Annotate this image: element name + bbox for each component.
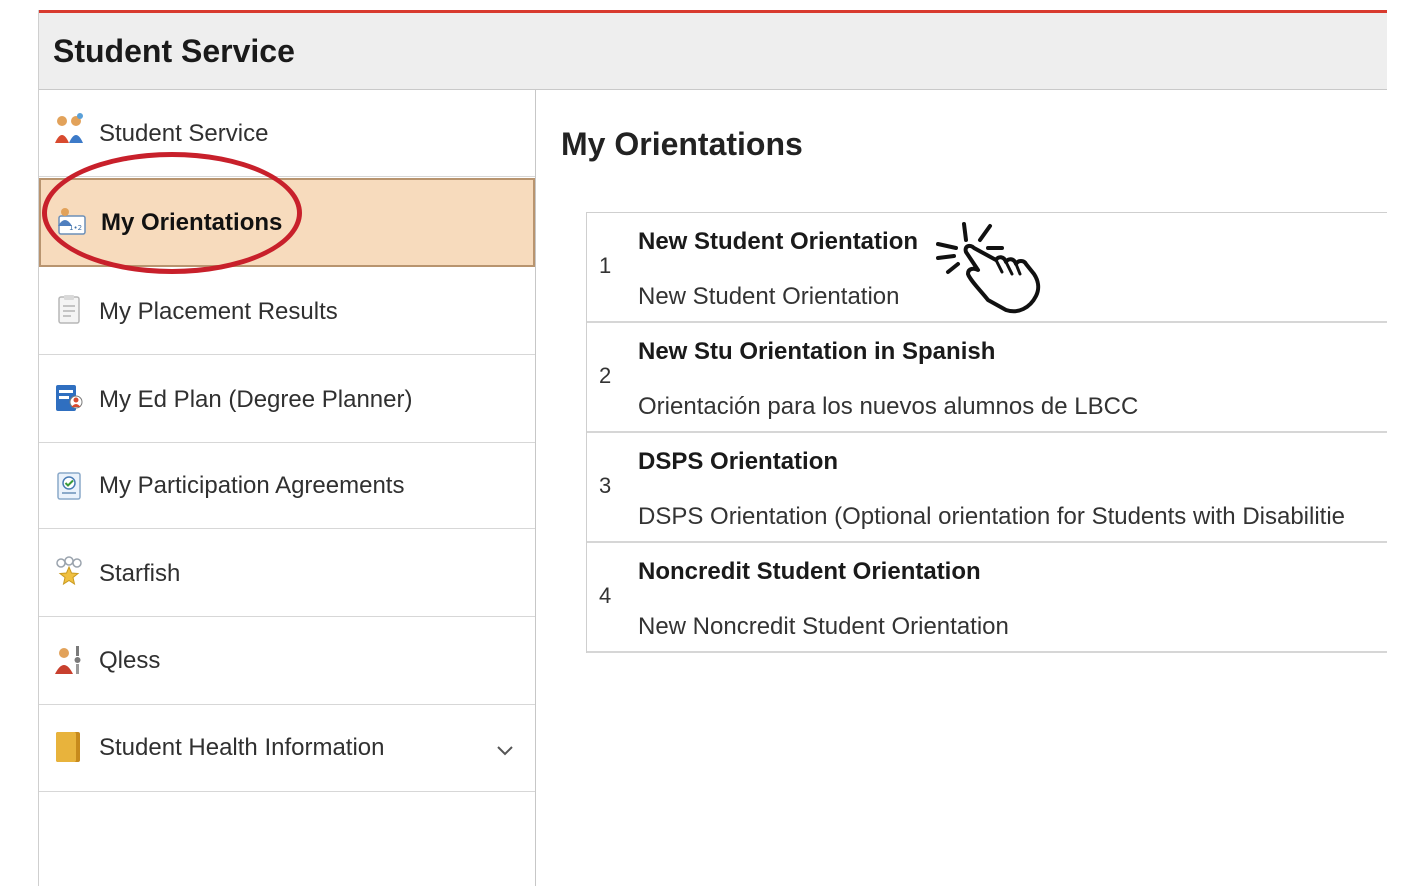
sidebar-item-placement-results[interactable]: My Placement Results xyxy=(39,268,535,355)
sidebar-item-participation-agreements[interactable]: My Participation Agreements xyxy=(39,444,535,529)
sidebar-item-student-health[interactable]: Student Health Information xyxy=(39,706,535,792)
orientation-description: DSPS Orientation (Optional orientation f… xyxy=(638,503,1346,530)
people-icon xyxy=(55,113,83,143)
orientation-row-3[interactable]: 3 DSPS Orientation DSPS Orientation (Opt… xyxy=(587,433,1387,543)
sidebar: Student Service 1•2 My Orientations My P… xyxy=(39,90,536,886)
hand-pointer-icon xyxy=(936,222,1041,314)
orientation-icon: 1•2 xyxy=(58,208,86,235)
sidebar-item-student-service[interactable]: Student Service xyxy=(39,90,535,177)
orientation-row-4[interactable]: 4 Noncredit Student Orientation New Nonc… xyxy=(587,543,1387,653)
folder-icon xyxy=(56,732,80,762)
orientation-title[interactable]: New Stu Orientation in Spanish xyxy=(638,338,995,366)
sidebar-item-label: Qless xyxy=(99,647,161,674)
sidebar-item-my-orientations[interactable]: 1•2 My Orientations xyxy=(39,178,535,267)
orientation-title[interactable]: New Student Orientation xyxy=(638,228,918,256)
orientation-title[interactable]: Noncredit Student Orientation xyxy=(638,558,981,586)
app-header: Student Service xyxy=(39,13,1387,90)
orientation-description: New Student Orientation xyxy=(638,283,900,310)
svg-text:1•2: 1•2 xyxy=(69,224,82,232)
orientation-description: New Noncredit Student Orientation xyxy=(638,613,1009,640)
page-title: My Orientations xyxy=(561,126,803,162)
sidebar-item-qless[interactable]: Qless xyxy=(39,618,535,705)
sidebar-item-label: My Participation Agreements xyxy=(99,472,405,499)
sidebar-item-label: Starfish xyxy=(99,560,181,587)
document-icon xyxy=(58,295,80,324)
app-frame: Student Service Student Service 1•2 My O… xyxy=(38,10,1387,886)
queue-icon xyxy=(55,646,81,674)
header-title: Student Service xyxy=(53,33,295,69)
starfish-icon xyxy=(56,556,82,586)
agreement-icon xyxy=(57,472,81,500)
main-content: My Orientations 1 New Student Orientatio… xyxy=(536,90,1387,886)
row-number: 3 xyxy=(599,473,612,498)
sidebar-item-label: My Placement Results xyxy=(99,298,338,325)
row-number: 2 xyxy=(599,363,612,388)
sidebar-item-label: Student Service xyxy=(99,120,269,147)
sidebar-item-starfish[interactable]: Starfish xyxy=(39,530,535,617)
sidebar-item-label: My Ed Plan (Degree Planner) xyxy=(99,386,413,413)
sidebar-item-label: My Orientations xyxy=(101,209,283,236)
sidebar-item-ed-plan[interactable]: My Ed Plan (Degree Planner) xyxy=(39,356,535,443)
planner-icon xyxy=(56,385,83,411)
row-number: 4 xyxy=(599,583,612,608)
row-number: 1 xyxy=(599,253,612,278)
orientation-title[interactable]: DSPS Orientation xyxy=(638,448,838,476)
orientation-description: Orientación para los nuevos alumnos de L… xyxy=(638,393,1139,420)
chevron-down-icon[interactable] xyxy=(495,740,515,760)
orientation-row-2[interactable]: 2 New Stu Orientation in Spanish Orienta… xyxy=(587,323,1387,433)
sidebar-item-label: Student Health Information xyxy=(99,734,385,761)
